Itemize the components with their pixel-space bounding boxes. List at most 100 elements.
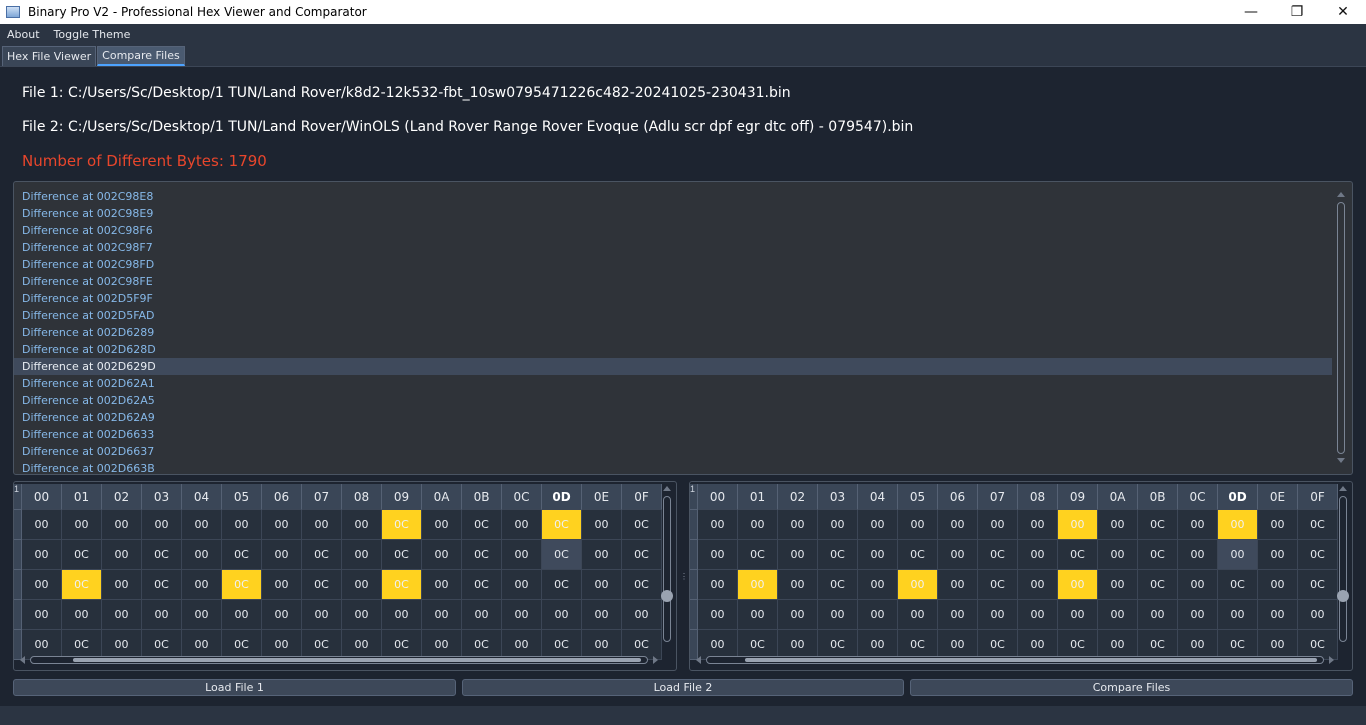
hex-byte-cell[interactable]: 0C bbox=[622, 540, 662, 570]
menu-about[interactable]: About bbox=[0, 28, 47, 41]
hex-byte-cell[interactable]: 00 bbox=[1178, 600, 1218, 630]
hex-byte-cell[interactable]: 00 bbox=[222, 600, 262, 630]
hex-byte-cell[interactable]: 00 bbox=[858, 540, 898, 570]
hex-byte-cell[interactable]: 00 bbox=[342, 540, 382, 570]
hex-byte-cell[interactable]: 00 bbox=[62, 600, 102, 630]
hex-byte-cell[interactable]: 00 bbox=[582, 570, 622, 600]
hex-byte-cell[interactable]: 00 bbox=[262, 570, 302, 600]
hex-byte-cell[interactable]: 00 bbox=[738, 510, 778, 540]
scroll-thumb[interactable] bbox=[661, 590, 673, 602]
hex-byte-cell[interactable]: 00 bbox=[698, 510, 738, 540]
hex-byte-cell[interactable]: 00 bbox=[1058, 510, 1098, 540]
scroll-up-arrow-icon[interactable] bbox=[663, 486, 671, 491]
hex-byte-cell[interactable]: 00 bbox=[858, 600, 898, 630]
hex-byte-cell[interactable]: 00 bbox=[342, 600, 382, 630]
hex-byte-cell[interactable]: 00 bbox=[302, 600, 342, 630]
hex-byte-cell[interactable]: 00 bbox=[1018, 510, 1058, 540]
difference-list-item[interactable]: Difference at 002D6637 bbox=[14, 443, 1332, 460]
hex-byte-cell[interactable]: 00 bbox=[698, 570, 738, 600]
scroll-right-arrow-icon[interactable] bbox=[1329, 656, 1334, 664]
hex-byte-cell[interactable]: 0C bbox=[302, 570, 342, 600]
difference-list-item[interactable]: Difference at 002C98F7 bbox=[14, 239, 1332, 256]
scroll-track[interactable] bbox=[706, 656, 1324, 664]
hex-byte-cell[interactable]: 00 bbox=[422, 570, 462, 600]
hex-byte-cell[interactable]: 00 bbox=[342, 570, 382, 600]
hex-byte-cell[interactable]: 00 bbox=[142, 510, 182, 540]
hex-byte-cell[interactable]: 00 bbox=[1258, 510, 1298, 540]
hex-byte-cell[interactable]: 0C bbox=[382, 510, 422, 540]
hex-byte-cell[interactable]: 0C bbox=[382, 570, 422, 600]
hex-byte-cell[interactable]: 00 bbox=[738, 600, 778, 630]
difference-list-scrollbar[interactable] bbox=[1334, 190, 1348, 470]
hex-byte-cell[interactable]: 00 bbox=[1258, 570, 1298, 600]
tab-compare-files[interactable]: Compare Files bbox=[97, 46, 185, 66]
hex-byte-cell[interactable]: 0C bbox=[62, 540, 102, 570]
hex-byte-cell[interactable]: 00 bbox=[582, 510, 622, 540]
hex-byte-cell[interactable]: 0C bbox=[898, 540, 938, 570]
maximize-button[interactable]: ❐ bbox=[1274, 0, 1320, 24]
hex-byte-cell[interactable]: 00 bbox=[898, 600, 938, 630]
hex-byte-cell[interactable]: 0C bbox=[382, 540, 422, 570]
hex-byte-cell[interactable]: 0C bbox=[462, 540, 502, 570]
hex-byte-cell[interactable]: 00 bbox=[1018, 570, 1058, 600]
hex-byte-cell[interactable]: 0C bbox=[978, 570, 1018, 600]
hex-byte-cell[interactable]: 0C bbox=[142, 540, 182, 570]
hex-byte-cell[interactable]: 00 bbox=[1258, 540, 1298, 570]
hex-byte-cell[interactable]: 00 bbox=[898, 510, 938, 540]
scroll-track[interactable] bbox=[1339, 496, 1347, 642]
hex-byte-cell[interactable]: 0C bbox=[818, 570, 858, 600]
hex-byte-cell[interactable]: 00 bbox=[778, 540, 818, 570]
menu-toggle-theme[interactable]: Toggle Theme bbox=[47, 28, 138, 41]
hex-byte-cell[interactable]: 0C bbox=[462, 510, 502, 540]
hex-byte-cell[interactable]: 0C bbox=[62, 570, 102, 600]
hex-byte-cell[interactable]: 0C bbox=[462, 570, 502, 600]
hex-byte-cell[interactable]: 00 bbox=[698, 540, 738, 570]
scroll-thumb[interactable] bbox=[1337, 590, 1349, 602]
hex-byte-cell[interactable]: 00 bbox=[938, 570, 978, 600]
difference-list[interactable]: Difference at 002C98E8 Difference at 002C… bbox=[13, 181, 1353, 475]
compare-files-button[interactable]: Compare Files bbox=[910, 679, 1353, 696]
scroll-right-arrow-icon[interactable] bbox=[653, 656, 658, 664]
hex-panel-file2[interactable]: 1 00 01 02 03 04 05 06 07 08 09 0A 0B 0C 0D 0E 0F 00 00 00 0… bbox=[689, 481, 1353, 671]
scroll-left-arrow-icon[interactable] bbox=[20, 656, 25, 664]
hex-byte-cell[interactable]: 00 bbox=[1098, 570, 1138, 600]
difference-list-item[interactable]: Difference at 002C98E9 bbox=[14, 205, 1332, 222]
hex-byte-cell[interactable]: 00 bbox=[622, 600, 662, 630]
hex-byte-cell[interactable]: 0C bbox=[1218, 570, 1258, 600]
hex-byte-cell[interactable]: 0C bbox=[542, 540, 582, 570]
hex-byte-cell[interactable]: 00 bbox=[978, 510, 1018, 540]
difference-list-item[interactable]: Difference at 002D663B bbox=[14, 460, 1332, 474]
hex-byte-cell[interactable]: 0C bbox=[1138, 510, 1178, 540]
hex-byte-cell[interactable]: 00 bbox=[182, 540, 222, 570]
hex-byte-cell[interactable]: 0C bbox=[978, 540, 1018, 570]
hex-byte-cell[interactable]: 00 bbox=[422, 600, 462, 630]
hex-byte-cell[interactable]: 00 bbox=[302, 510, 342, 540]
hex-byte-cell[interactable]: 0C bbox=[1138, 540, 1178, 570]
hex-byte-cell[interactable]: 00 bbox=[142, 600, 182, 630]
hex-byte-cell[interactable]: 00 bbox=[342, 510, 382, 540]
scroll-thumb[interactable] bbox=[745, 658, 1317, 662]
hex-byte-cell[interactable]: 00 bbox=[182, 510, 222, 540]
hex-byte-cell[interactable]: 00 bbox=[582, 540, 622, 570]
hex-byte-cell[interactable]: 00 bbox=[858, 570, 898, 600]
hex-byte-cell[interactable]: 00 bbox=[1138, 600, 1178, 630]
difference-list-item[interactable]: Difference at 002C98E8 bbox=[14, 188, 1332, 205]
difference-list-item[interactable]: Difference at 002D62A1 bbox=[14, 375, 1332, 392]
hex-byte-cell[interactable]: 00 bbox=[502, 510, 542, 540]
minimize-button[interactable]: — bbox=[1228, 0, 1274, 24]
hex-byte-cell[interactable]: 00 bbox=[1178, 510, 1218, 540]
hex-byte-cell[interactable]: 00 bbox=[262, 540, 302, 570]
scroll-track[interactable] bbox=[1337, 202, 1345, 454]
difference-list-item[interactable]: Difference at 002D5F9F bbox=[14, 290, 1332, 307]
hex-byte-cell[interactable]: 00 bbox=[22, 510, 62, 540]
load-file1-button[interactable]: Load File 1 bbox=[13, 679, 456, 696]
hex-byte-cell[interactable]: 00 bbox=[1178, 570, 1218, 600]
hex-file1-hscroll[interactable] bbox=[18, 653, 660, 667]
splitter-handle-icon[interactable]: ⋮ bbox=[680, 572, 688, 582]
hex-byte-cell[interactable]: 00 bbox=[938, 600, 978, 630]
hex-byte-cell[interactable]: 00 bbox=[22, 540, 62, 570]
hex-byte-cell[interactable]: 0C bbox=[1138, 570, 1178, 600]
hex-byte-cell[interactable]: 00 bbox=[778, 510, 818, 540]
difference-list-item[interactable]: Difference at 002D6289 bbox=[14, 324, 1332, 341]
hex-byte-cell[interactable]: 00 bbox=[102, 510, 142, 540]
